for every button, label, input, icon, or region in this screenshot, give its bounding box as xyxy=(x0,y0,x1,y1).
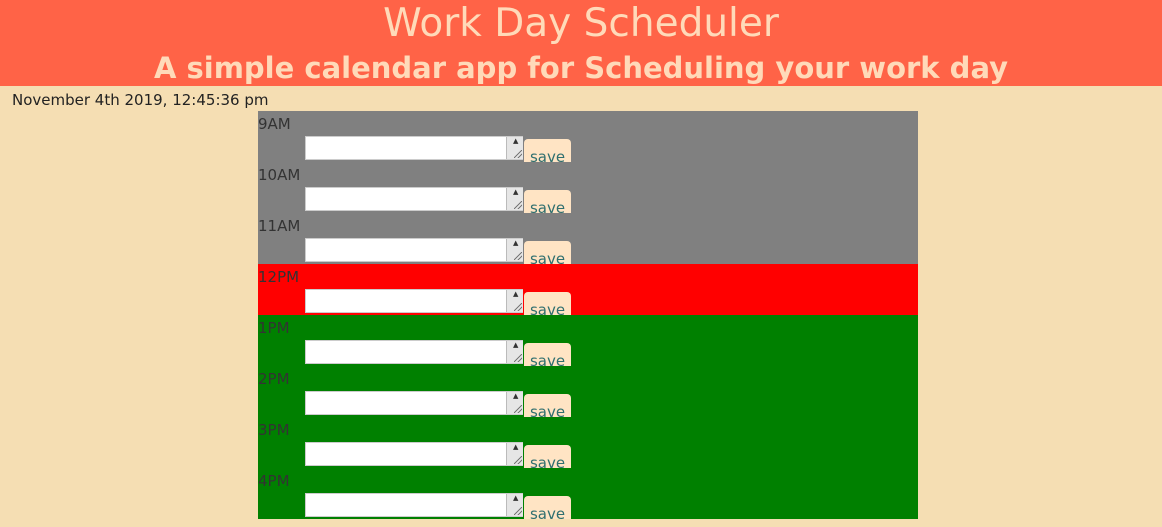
resize-handle-icon[interactable]: ▲ xyxy=(506,341,523,363)
hour-row-10am: 10AM ▲ save xyxy=(258,162,918,213)
event-input[interactable] xyxy=(305,238,523,262)
hour-label: 1PM xyxy=(258,319,290,337)
event-input[interactable] xyxy=(305,136,523,160)
hour-row-1pm: 1PM ▲ save xyxy=(258,315,918,366)
resize-handle-icon[interactable]: ▲ xyxy=(506,137,523,159)
resize-handle-icon[interactable]: ▲ xyxy=(506,494,523,516)
event-input[interactable] xyxy=(305,493,523,517)
save-button[interactable]: save xyxy=(524,190,571,213)
page-title: Work Day Scheduler xyxy=(383,1,779,46)
hour-row-9am: 9AM ▲ save xyxy=(258,111,918,162)
hour-row-12pm: 12PM ▲ save xyxy=(258,264,918,315)
hour-label: 4PM xyxy=(258,472,290,490)
page-subtitle: A simple calendar app for Scheduling you… xyxy=(153,51,1009,85)
event-input[interactable] xyxy=(305,289,523,313)
hour-row-11am: 11AM ▲ save xyxy=(258,213,918,264)
hour-label: 12PM xyxy=(258,268,300,286)
resize-handle-icon[interactable]: ▲ xyxy=(506,443,523,465)
hour-label: 11AM xyxy=(258,217,301,235)
save-button[interactable]: save xyxy=(524,241,571,264)
event-input[interactable] xyxy=(305,442,523,466)
resize-handle-icon[interactable]: ▲ xyxy=(506,188,523,210)
resize-handle-icon[interactable]: ▲ xyxy=(506,290,523,312)
hour-label: 2PM xyxy=(258,370,290,388)
schedule-container: 9AM ▲ save 10AM ▲ save 11AM ▲ save 12PM … xyxy=(258,111,918,527)
hour-row-2pm: 2PM ▲ save xyxy=(258,366,918,417)
current-datetime: November 4th 2019, 12:45:36 pm xyxy=(12,91,269,109)
save-button[interactable]: save xyxy=(524,496,571,519)
save-button[interactable]: save xyxy=(524,292,571,315)
hour-label: 9AM xyxy=(258,115,291,133)
event-input[interactable] xyxy=(305,340,523,364)
resize-handle-icon[interactable]: ▲ xyxy=(506,239,523,261)
page-header: Work Day Scheduler A simple calendar app… xyxy=(0,0,1162,86)
save-button[interactable]: save xyxy=(524,139,571,162)
hour-row-3pm: 3PM ▲ save xyxy=(258,417,918,468)
hour-row-4pm: 4PM ▲ save xyxy=(258,468,918,519)
hour-label: 10AM xyxy=(258,166,301,184)
save-button[interactable]: save xyxy=(524,394,571,417)
save-button[interactable]: save xyxy=(524,445,571,468)
event-input[interactable] xyxy=(305,391,523,415)
resize-handle-icon[interactable]: ▲ xyxy=(506,392,523,414)
save-button[interactable]: save xyxy=(524,343,571,366)
hour-label: 3PM xyxy=(258,421,290,439)
event-input[interactable] xyxy=(305,187,523,211)
